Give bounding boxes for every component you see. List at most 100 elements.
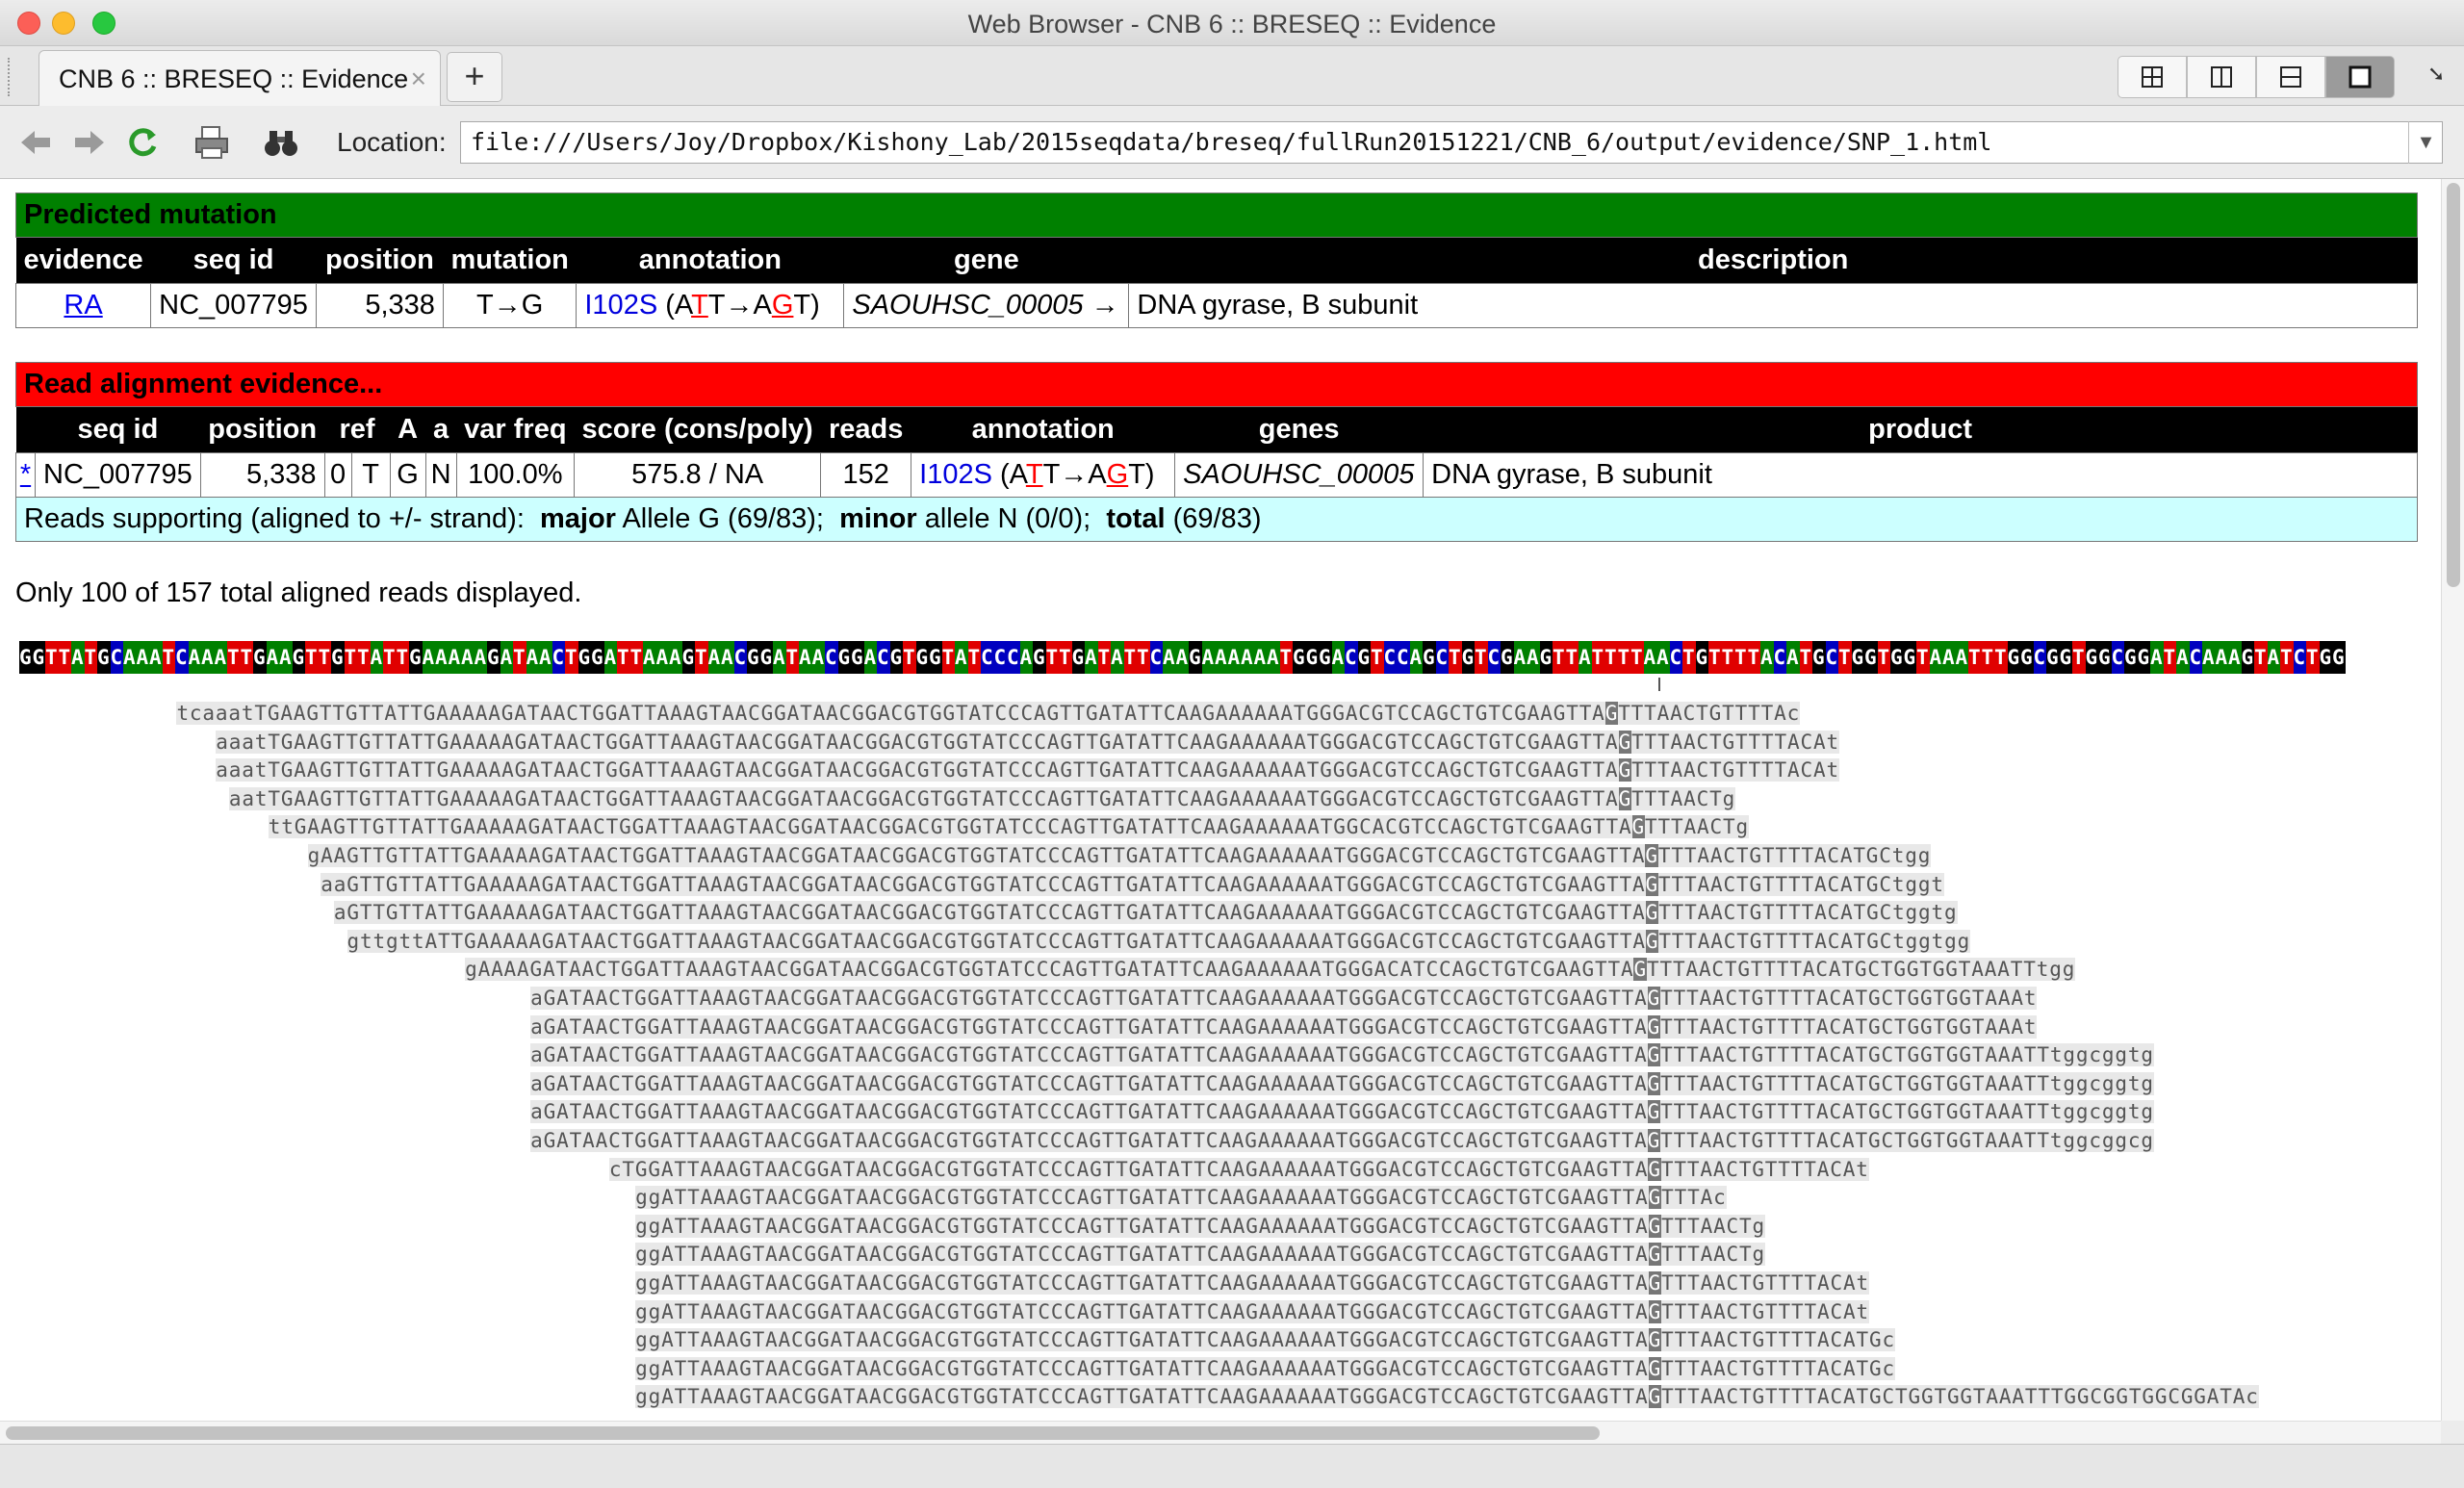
reference-base: T: [1565, 641, 1578, 674]
read-sequence-right: TTTAACTGTTTTACATGCTGGTGGTAAATTtgg: [1646, 958, 2076, 982]
col-annotation: annotation: [576, 237, 844, 284]
layout-single-icon[interactable]: [2325, 56, 2395, 98]
aligned-read: ggATTAAAGTAACGGATAACGGACGTGGTATCCCAGTTGA…: [635, 1297, 1869, 1326]
read-mutation-base: G: [1648, 1328, 1662, 1352]
reference-base: T: [344, 641, 357, 674]
read-sequence-left: ggATTAAAGTAACGGATAACGGACGTGGTATCCCAGTTGA…: [635, 1299, 1649, 1323]
vertical-scrollbar[interactable]: [2441, 179, 2464, 1421]
reference-base: T: [1838, 641, 1852, 674]
location-input[interactable]: file:///Users/Joy/Dropbox/Kishony_Lab/20…: [460, 121, 2443, 164]
evidence-star-link[interactable]: *: [20, 459, 31, 490]
new-tab-button[interactable]: +: [447, 52, 502, 102]
reference-base: A: [603, 641, 617, 674]
layout-horizontal-split-icon[interactable]: [2256, 56, 2325, 98]
reference-base: A: [799, 641, 812, 674]
reference-base: A: [422, 641, 435, 674]
reference-base: G: [409, 641, 423, 674]
reference-base: G: [1423, 641, 1436, 674]
reference-base: T: [2280, 641, 2294, 674]
major-allele-cell: G: [389, 452, 426, 498]
reference-base: T: [240, 641, 253, 674]
location-label: Location:: [337, 127, 447, 157]
read-mutation-base: G: [1648, 1243, 1662, 1267]
aligned-read: aGATAACTGGATTAAAGTAACGGATAACGGACGTGGTATC…: [530, 1069, 2154, 1098]
vertical-scroll-thumb[interactable]: [2447, 183, 2460, 587]
reload-icon[interactable]: [123, 123, 162, 162]
gene-direction-arrow: →: [1091, 290, 1119, 321]
read-sequence-left: ggATTAAAGTAACGGATAACGGACGTGGTATCCCAGTTGA…: [635, 1214, 1649, 1238]
read-sequence-right: TTTAACTGTTTTACAt: [1631, 730, 1839, 754]
reference-base: C: [825, 641, 838, 674]
reference-base: A: [526, 641, 539, 674]
reference-base: A: [1942, 641, 1956, 674]
tabbar-grip: [8, 58, 12, 96]
reference-base: A: [669, 641, 682, 674]
reference-base: T: [903, 641, 916, 674]
reference-base: T: [1123, 641, 1137, 674]
find-binoculars-icon[interactable]: [262, 123, 300, 162]
reference-base: T: [1059, 641, 1072, 674]
position-cell: 5,338: [315, 283, 444, 328]
reference-base: G: [32, 641, 45, 674]
reference-base: A: [2150, 641, 2164, 674]
support-major-label: major: [540, 503, 616, 534]
read-sequence-left: aaGTTGTTATTGAAAAAGATAACTGGATTAAAGTAACGGA…: [321, 872, 1646, 896]
layout-grid-icon[interactable]: [2118, 56, 2187, 98]
horizontal-scroll-thumb[interactable]: [6, 1426, 1600, 1440]
aligned-read: tcaaatTGAAGTTGTTATTGAAAAAGATAACTGGATTAAA…: [176, 699, 1801, 728]
reference-base: G: [1357, 641, 1371, 674]
forward-arrow-icon[interactable]: [69, 123, 108, 162]
reference-base: G: [915, 641, 929, 674]
reference-base: A: [123, 641, 137, 674]
read-mutation-base: G: [1631, 815, 1646, 839]
evidence-row: * NC_007795 5,338 0 T G N 100.0% 575.8 /…: [15, 452, 2418, 498]
title-bar: Web Browser - CNB 6 :: BRESEQ :: Evidenc…: [0, 0, 2464, 46]
reference-base: G: [747, 641, 760, 674]
reference-base: A: [643, 641, 656, 674]
reference-base: G: [1695, 641, 1708, 674]
reference-base: T: [1734, 641, 1748, 674]
reference-base: A: [655, 641, 669, 674]
codon-arrow: T→A: [707, 290, 772, 321]
evidence-link[interactable]: RA: [64, 290, 102, 321]
read-sequence-right: TTTAACTGTTTTACAt: [1661, 1271, 1869, 1295]
support-prefix: Reads supporting (aligned to +/- strand)…: [24, 503, 540, 534]
reference-base: A: [1253, 641, 1267, 674]
read-sequence-right: TTTAACTGTTTTACATGCTGGTGGTAAATTtggcggcg: [1660, 1129, 2154, 1152]
reference-base: A: [1643, 641, 1656, 674]
reference-base: A: [474, 641, 487, 674]
read-sequence-left: ttGAAGTTGTTATTGAAAAAGATAACTGGATTAAAGTAAC…: [268, 815, 1632, 839]
aligned-read: aGATAACTGGATTAAAGTAACGGATAACGGACGTGGTATC…: [530, 1013, 2038, 1041]
read-sequence-left: ggATTAAAGTAACGGATAACGGACGTGGTATCCCAGTTGA…: [635, 1186, 1649, 1210]
tab-evidence[interactable]: CNB 6 :: BRESEQ :: Evidence ×: [38, 50, 441, 106]
read-mutation-base: G: [1647, 1129, 1661, 1152]
location-dropdown-icon[interactable]: ▼: [2408, 121, 2443, 164]
tab-close-icon[interactable]: ×: [411, 64, 426, 94]
reference-base: A: [1786, 641, 1800, 674]
read-sequence-right: TTTAACTGTTTTACATGCTGGTGGTAAATTTGGCGGTGGC…: [1661, 1385, 2259, 1409]
horizontal-scrollbar[interactable]: [0, 1421, 2441, 1444]
print-icon[interactable]: [192, 123, 231, 162]
read-mutation-base: G: [1648, 1299, 1662, 1323]
back-arrow-icon[interactable]: [17, 123, 56, 162]
read-mutation-base: G: [1604, 702, 1619, 725]
genes-cell: SAOUHSC_00005: [1174, 452, 1424, 498]
reference-base: A: [188, 641, 201, 674]
reference-base: T: [1371, 641, 1384, 674]
read-mutation-base: G: [1648, 1385, 1662, 1409]
reference-base: T: [1137, 641, 1150, 674]
codon-arrow: T→A: [1042, 459, 1107, 490]
read-sequence-left: ggATTAAAGTAACGGATAACGGACGTGGTATCCCAGTTGA…: [635, 1328, 1649, 1352]
layout-vertical-split-icon[interactable]: [2187, 56, 2256, 98]
read-sequence-right: TTTAACTGTTTTACATGCtggtg: [1658, 901, 1958, 925]
reference-base: T: [2254, 641, 2268, 674]
tab-overflow-icon[interactable]: ➘: [2427, 62, 2445, 87]
read-mutation-base: G: [1618, 758, 1632, 782]
reference-base: T: [383, 641, 397, 674]
read-sequence-right: TTTAACTGTTTTACATGCTGGTGGTAAAt: [1660, 1014, 2038, 1039]
aligned-read: aGATAACTGGATTAAAGTAACGGATAACGGACGTGGTATC…: [530, 1097, 2154, 1126]
reference-base: T: [1604, 641, 1618, 674]
reads-displayed-note: Only 100 of 157 total aligned reads disp…: [15, 577, 582, 608]
aligned-read: ggATTAAAGTAACGGATAACGGACGTGGTATCCCAGTTGA…: [635, 1325, 1895, 1354]
reference-base: A: [2202, 641, 2216, 674]
